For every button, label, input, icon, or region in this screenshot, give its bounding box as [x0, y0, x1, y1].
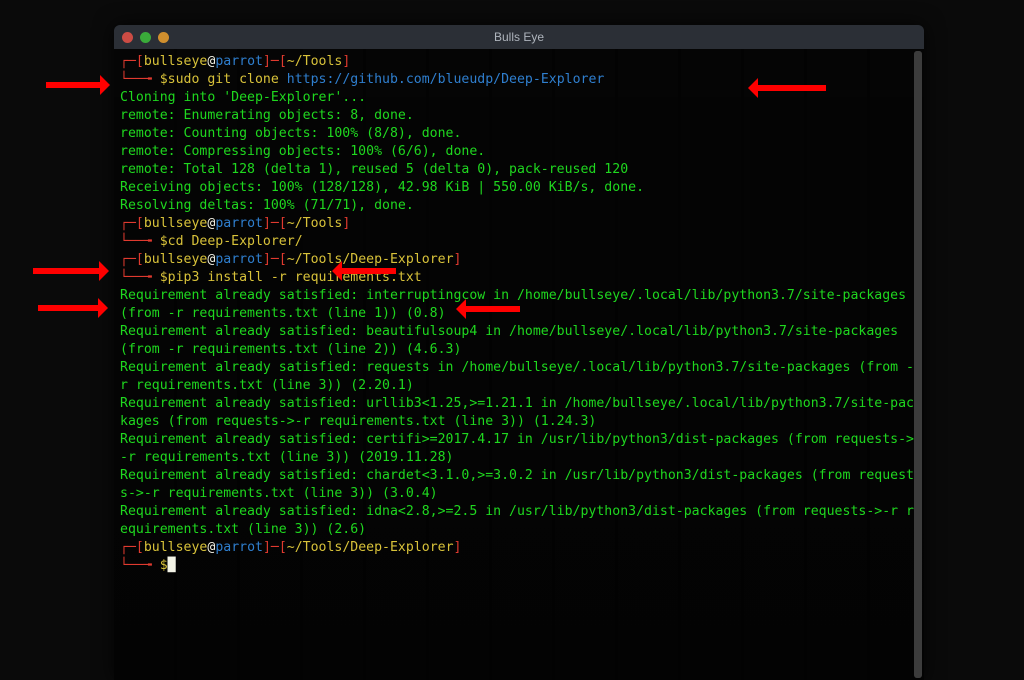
out-l5: remote: Total 128 (delta 1), reused 5 (d… — [120, 162, 628, 177]
out-l6: Receiving objects: 100% (128/128), 42.98… — [120, 180, 644, 195]
out-l7: Resolving deltas: 100% (71/71), done. — [120, 198, 414, 213]
cursor-icon: █ — [168, 558, 176, 573]
titlebar[interactable]: Bulls Eye — [114, 25, 924, 49]
cmd-1a: sudo git clone — [168, 72, 287, 87]
prompt-user: bullseye — [144, 252, 208, 267]
out-r5: Requirement already satisfied: certifi>=… — [120, 432, 914, 465]
prompt-sep: ]─[ — [263, 540, 287, 555]
arrow-left-icon — [336, 268, 396, 274]
prompt-dollar: $ — [160, 234, 168, 249]
prompt-end: ] — [342, 216, 350, 231]
prompt-host: parrot — [215, 540, 263, 555]
out-r2: Requirement already satisfied: beautiful… — [120, 324, 906, 357]
arrow-right-icon — [46, 82, 106, 88]
out-l1: Cloning into 'Deep-Explorer'... — [120, 90, 366, 105]
prompt-end: ] — [342, 54, 350, 69]
prompt-user: bullseye — [144, 216, 208, 231]
out-r6: Requirement already satisfied: chardet<3… — [120, 468, 914, 501]
prompt-sep: ]─[ — [263, 216, 287, 231]
prompt-path: ~/Tools — [287, 216, 343, 231]
cmd-2: cd Deep-Explorer/ — [168, 234, 303, 249]
prompt-bracket: ┌─[ — [120, 252, 144, 267]
prompt-host: parrot — [215, 252, 263, 267]
terminal-body[interactable]: ┌─[bullseye@parrot]─[~/Tools] └──╼ $sudo… — [114, 49, 924, 680]
arrow-left-icon — [460, 306, 520, 312]
prompt-bracket: ┌─[ — [120, 540, 144, 555]
out-r1: Requirement already satisfied: interrupt… — [120, 288, 914, 321]
prompt-path: ~/Tools/Deep-Explorer — [287, 540, 454, 555]
prompt-user: bullseye — [144, 540, 208, 555]
arrow-left-icon — [752, 85, 826, 91]
prompt-user: bullseye — [144, 54, 208, 69]
prompt-corner: └──╼ — [120, 558, 160, 573]
cmd-1b: https://github.com/blueudp/Deep-Explorer — [287, 72, 605, 87]
prompt-host: parrot — [215, 54, 263, 69]
out-r7: Requirement already satisfied: idna<2.8,… — [120, 504, 914, 537]
arrow-right-icon — [33, 268, 105, 274]
arrow-right-icon — [38, 305, 104, 311]
prompt-bracket: ┌─[ — [120, 216, 144, 231]
prompt-corner: └──╼ — [120, 234, 160, 249]
out-l3: remote: Counting objects: 100% (8/8), do… — [120, 126, 461, 141]
prompt-corner: └──╼ — [120, 72, 160, 87]
prompt-dollar: $ — [160, 72, 168, 87]
prompt-path: ~/Tools — [287, 54, 343, 69]
window-title: Bulls Eye — [114, 30, 924, 44]
prompt-bracket: ┌─[ — [120, 54, 144, 69]
prompt-sep: ]─[ — [263, 54, 287, 69]
prompt-sep: ]─[ — [263, 252, 287, 267]
prompt-host: parrot — [215, 216, 263, 231]
prompt-dollar: $ — [160, 270, 168, 285]
prompt-corner: └──╼ — [120, 270, 160, 285]
out-l2: remote: Enumerating objects: 8, done. — [120, 108, 414, 123]
prompt-dollar: $ — [160, 558, 168, 573]
scrollbar-thumb[interactable] — [914, 51, 922, 678]
out-r3: Requirement already satisfied: requests … — [120, 360, 914, 393]
terminal-window: Bulls Eye ┌─[bullseye@parrot]─[~/Tools] … — [114, 25, 924, 680]
out-r4: Requirement already satisfied: urllib3<1… — [120, 396, 914, 429]
out-l4: remote: Compressing objects: 100% (6/6),… — [120, 144, 485, 159]
scrollbar[interactable] — [914, 51, 922, 678]
prompt-end: ] — [454, 252, 462, 267]
prompt-path: ~/Tools/Deep-Explorer — [287, 252, 454, 267]
prompt-end: ] — [454, 540, 462, 555]
